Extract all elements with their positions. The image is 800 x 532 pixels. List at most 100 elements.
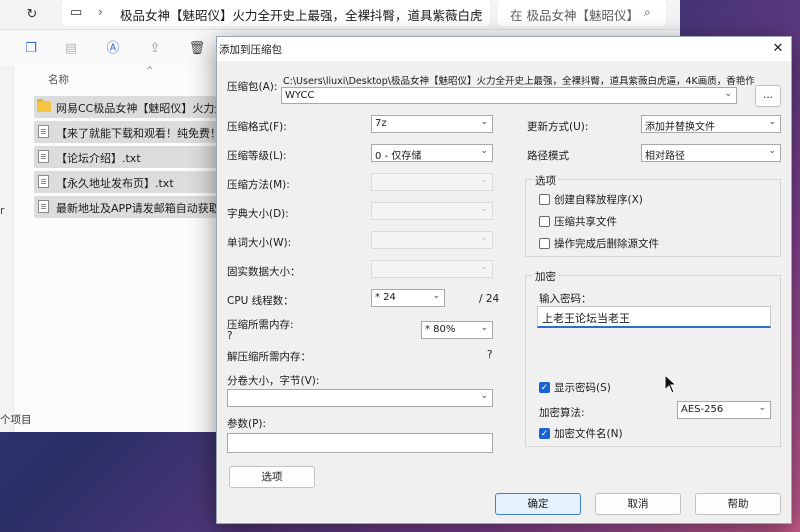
address-bar[interactable]: ▭ › 极品女神【魅昭仪】火力全开史上最强，全裸抖臀，道具紫薇白虎 bbox=[62, 0, 490, 26]
list-item[interactable]: 【来了就能下载和观看！纯免费！】 bbox=[34, 121, 216, 143]
update-label: 更新方式(U): bbox=[527, 121, 589, 133]
dialog-title: 添加到压缩包 bbox=[219, 44, 282, 56]
file-name: 【来了就能下载和观看！纯免费！】 bbox=[56, 127, 216, 140]
browse-button[interactable]: ... bbox=[755, 85, 781, 107]
chevron-down-icon: ⌄ bbox=[480, 391, 488, 401]
chevron-down-icon: ⌄ bbox=[724, 89, 732, 99]
file-name: 最新地址及APP请发邮箱自动获取! bbox=[56, 202, 216, 215]
options-group-title: 选项 bbox=[533, 173, 558, 188]
text-file-icon bbox=[38, 150, 49, 163]
list-item[interactable]: 最新地址及APP请发邮箱自动获取! bbox=[34, 196, 216, 218]
enc-method-select[interactable]: AES-256 ⌄ bbox=[677, 401, 771, 419]
mouse-cursor-icon bbox=[664, 374, 678, 394]
chevron-down-icon: ⌄ bbox=[758, 403, 766, 413]
params-label: 参数(P): bbox=[227, 418, 267, 430]
close-icon[interactable]: ✕ bbox=[769, 40, 787, 58]
encrypt-names-checkbox[interactable]: ✓ bbox=[539, 428, 550, 439]
mem-decomp-label: 解压缩所需内存： bbox=[227, 351, 311, 363]
share-icon[interactable]: ⇪ bbox=[146, 40, 164, 58]
chevron-down-icon: ⌄ bbox=[480, 146, 488, 156]
encrypt-group-title: 加密 bbox=[533, 269, 558, 284]
options-button[interactable]: 选项 bbox=[229, 466, 315, 488]
column-header-name[interactable]: 名称 bbox=[48, 72, 69, 87]
text-file-icon bbox=[38, 125, 49, 138]
ok-button[interactable]: 确定 bbox=[495, 493, 581, 515]
text-file-icon bbox=[38, 200, 49, 213]
shared-checkbox[interactable] bbox=[539, 216, 550, 227]
address-path: 极品女神【魅昭仪】火力全开史上最强，全裸抖臀，道具紫薇白虎 bbox=[120, 8, 483, 23]
show-password-checkbox[interactable]: ✓ bbox=[539, 382, 550, 393]
copy-icon[interactable]: ❐ bbox=[22, 40, 40, 58]
help-button[interactable]: 帮助 bbox=[695, 493, 781, 515]
enc-method-label: 加密算法: bbox=[539, 407, 585, 419]
list-item[interactable]: 网易CC极品女神【魅昭仪】火力全 bbox=[34, 96, 216, 118]
search-placeholder: 在 极品女神【魅昭仪】 bbox=[510, 8, 639, 23]
volume-label: 分卷大小，字节(V): bbox=[227, 375, 320, 387]
format-select[interactable]: 7z ⌄ bbox=[371, 115, 493, 133]
password-input[interactable]: 上老王论坛当老王 bbox=[537, 306, 771, 328]
folder-icon bbox=[37, 99, 51, 112]
delete-source-checkbox[interactable] bbox=[539, 238, 550, 249]
level-select[interactable]: 0 - 仅存储 ⌄ bbox=[371, 144, 493, 162]
cpu-select[interactable]: * 24 ⌄ bbox=[371, 289, 445, 307]
refresh-icon[interactable]: ↻ bbox=[24, 7, 40, 23]
show-password-label: 显示密码(S) bbox=[554, 382, 611, 394]
word-select[interactable]: ⌄ bbox=[371, 231, 493, 249]
nav-pane: r bbox=[0, 66, 14, 432]
text-file-icon bbox=[38, 175, 49, 188]
level-label: 压缩等级(L): bbox=[227, 150, 287, 162]
delete-icon[interactable]: 🗑 bbox=[188, 40, 206, 58]
sort-up-icon: ^ bbox=[146, 66, 154, 76]
chevron-down-icon: ⌄ bbox=[480, 233, 488, 243]
list-item[interactable]: 【永久地址发布页】.txt bbox=[34, 171, 216, 193]
search-box[interactable]: 在 极品女神【魅昭仪】 ⌕ bbox=[498, 0, 666, 26]
cancel-button[interactable]: 取消 bbox=[595, 493, 681, 515]
dict-label: 字典大小(D): bbox=[227, 208, 289, 220]
chevron-right-icon: › bbox=[98, 5, 103, 19]
encrypt-names-label: 加密文件名(N) bbox=[554, 428, 623, 440]
archive-path: C:\Users\liuxi\Desktop\极品女神【魅昭仪】火力全开史上最强… bbox=[283, 76, 755, 87]
archive-name-value: WYCC bbox=[285, 90, 315, 101]
volume-select[interactable]: ⌄ bbox=[227, 389, 493, 407]
password-value: 上老王论坛当老王 bbox=[542, 312, 630, 325]
shared-label: 压缩共享文件 bbox=[554, 216, 617, 228]
enc-method-value: AES-256 bbox=[681, 404, 724, 415]
cpu-total: / 24 bbox=[479, 293, 500, 305]
update-select[interactable]: 添加并替换文件 ⌄ bbox=[641, 115, 781, 133]
word-label: 单词大小(W): bbox=[227, 237, 292, 249]
list-item[interactable]: 【论坛介绍】.txt bbox=[34, 146, 216, 168]
method-select[interactable]: ⌄ bbox=[371, 173, 493, 191]
dict-select[interactable]: ⌄ bbox=[371, 202, 493, 220]
params-input[interactable] bbox=[227, 433, 493, 453]
monitor-icon: ▭ bbox=[70, 5, 83, 20]
chevron-down-icon: ⌄ bbox=[480, 262, 488, 272]
file-name: 网易CC极品女神【魅昭仪】火力全 bbox=[56, 102, 216, 115]
method-label: 压缩方法(M): bbox=[227, 179, 290, 191]
sfx-checkbox[interactable] bbox=[539, 194, 550, 205]
mem-comp-select[interactable]: * 80% ⌄ bbox=[421, 321, 493, 339]
archive-label: 压缩包(A): bbox=[227, 81, 278, 93]
sfx-label: 创建自释放程序(X) bbox=[554, 194, 643, 206]
format-value: 7z bbox=[375, 118, 387, 129]
format-label: 压缩格式(F): bbox=[227, 121, 287, 133]
search-icon: ⌕ bbox=[644, 5, 651, 19]
chevron-down-icon: ⌄ bbox=[480, 323, 488, 333]
dialog-titlebar: 添加到压缩包 ✕ bbox=[217, 37, 791, 61]
cpu-label: CPU 线程数： bbox=[227, 295, 294, 307]
level-value: 0 - 仅存储 bbox=[375, 151, 422, 162]
add-to-archive-dialog: 添加到压缩包 ✕ 压缩包(A): C:\Users\liuxi\Desktop\… bbox=[216, 36, 792, 524]
chevron-down-icon: ⌄ bbox=[768, 146, 776, 156]
pathmode-label: 路径模式 bbox=[527, 150, 569, 162]
archive-name-combo[interactable]: WYCC ⌄ bbox=[281, 87, 737, 104]
solid-select[interactable]: ⌄ bbox=[371, 260, 493, 278]
mem-comp-label: 压缩所需内存: bbox=[227, 319, 294, 331]
rename-icon[interactable]: Ⓐ bbox=[104, 40, 122, 58]
chevron-down-icon: ⌄ bbox=[480, 117, 488, 127]
delete-source-label: 操作完成后删除源文件 bbox=[554, 238, 659, 250]
paste-icon[interactable]: ▤ bbox=[62, 40, 80, 58]
chevron-down-icon: ⌄ bbox=[432, 291, 440, 301]
file-name: 【论坛介绍】.txt bbox=[56, 152, 141, 165]
pathmode-select[interactable]: 相对路径 ⌄ bbox=[641, 144, 781, 162]
chevron-down-icon: ⌄ bbox=[480, 204, 488, 214]
solid-label: 固实数据大小： bbox=[227, 266, 301, 278]
